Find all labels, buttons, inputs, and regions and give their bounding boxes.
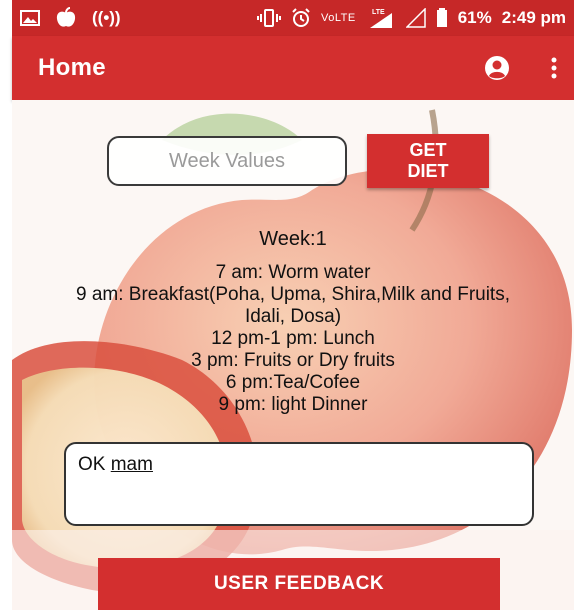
page-title: Home [38,54,106,81]
svg-text:LTE: LTE [372,9,385,16]
feedback-text-prefix: OK [78,454,111,475]
apple-app-icon [54,7,78,29]
main-content: GET DIET Week:1 7 am: Worm water 9 am: B… [12,100,574,610]
diet-schedule-list: 7 am: Worm water 9 am: Breakfast(Poha, U… [12,262,574,416]
hotspot-signal-icon: ((•)) [92,8,121,27]
week-values-input[interactable] [107,136,347,186]
list-item: 7 am: Worm water [215,262,371,283]
list-item: 9 am: Breakfast(Poha, Upma, Shira,Milk a… [76,284,510,327]
battery-percent: 61% [457,8,492,27]
gallery-icon [20,10,40,26]
battery-icon [436,8,448,28]
list-item: 6 pm:Tea/Cofee [225,372,361,393]
list-item: 9 pm: light Dinner [218,394,368,415]
get-diet-label-line1: GET [409,140,447,160]
alarm-icon [291,8,311,28]
account-circle-icon[interactable] [484,55,510,81]
list-item: 12 pm-1 pm: Lunch [211,328,375,349]
feedback-text-underlined: mam [110,454,153,475]
status-bar: ((•)) VoLTE LTE 61% 2:49 pm [12,0,574,36]
get-diet-label-line2: DIET [407,161,449,181]
app-bar: Home [12,36,574,100]
lte-signal-icon: LTE [366,7,396,29]
clock-time: 2:49 pm [501,8,566,27]
volte-label: VoLTE [321,12,356,24]
list-item: 3 pm: Fruits or Dry fruits [191,350,395,371]
week-label: Week:1 [259,228,327,250]
more-vert-icon[interactable] [550,57,558,79]
user-feedback-button[interactable]: USER FEEDBACK [98,558,500,610]
feedback-input[interactable]: OK mam [64,442,534,526]
cell-signal-icon [405,8,426,28]
get-diet-button[interactable]: GET DIET [367,134,489,188]
vibrate-icon [257,9,281,27]
